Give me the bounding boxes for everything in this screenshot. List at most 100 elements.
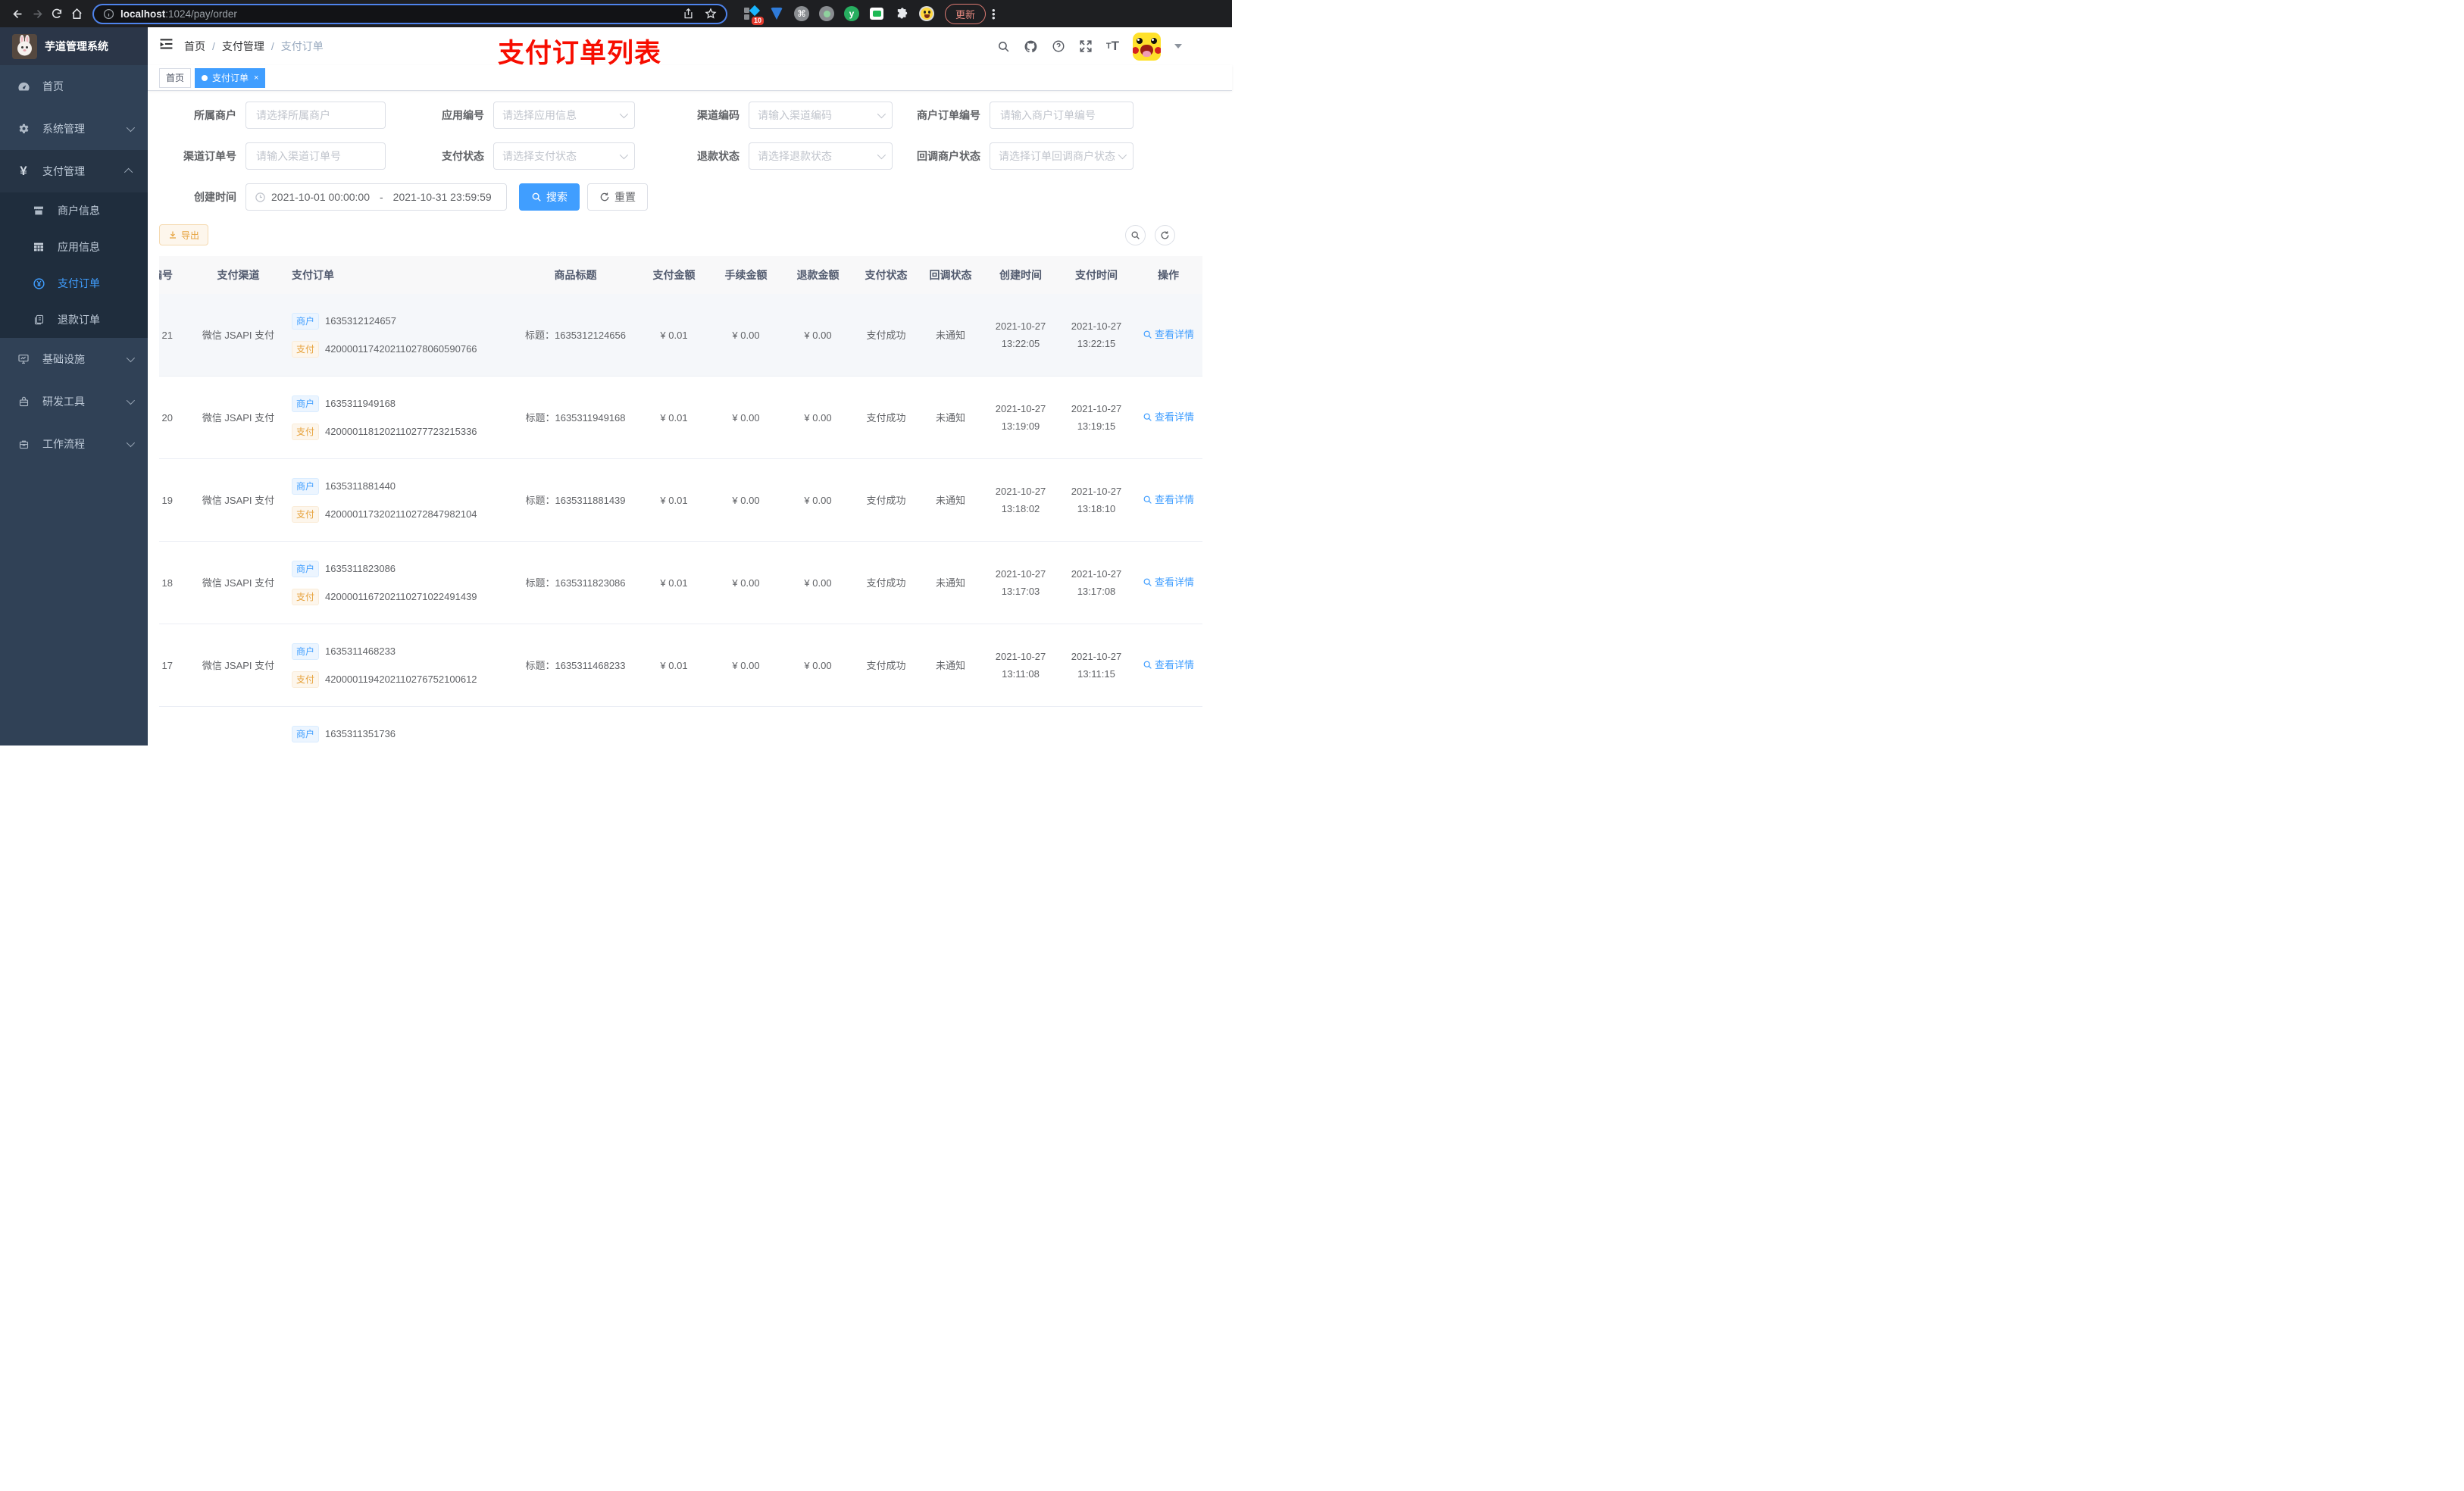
sidebar-item-merchant-info[interactable]: 商户信息 [0,192,148,229]
pay-order-cell: 商户 1635311351736 [286,706,513,746]
back-icon[interactable] [8,4,27,23]
toggle-search-button[interactable] [1125,224,1146,245]
avatar-caret-icon[interactable] [1174,44,1182,48]
reload-icon[interactable] [47,4,67,23]
breadcrumb-payment[interactable]: 支付管理 [222,39,264,54]
extension-record-icon[interactable] [819,6,834,21]
sidebar-item-label: 商户信息 [58,205,100,217]
export-button[interactable]: 导出 [159,224,209,245]
pay-order-cell: 商户 1635312124657 支付 42000011742021102780605… [286,294,513,377]
channel-order-no-input[interactable] [255,149,377,163]
browser-update-button[interactable]: 更新 [945,3,987,24]
sidebar-item-label: 首页 [42,80,64,92]
refund-status-select[interactable]: 请选择退款状态 [749,142,893,170]
dashboard-icon [15,80,32,93]
merchant-order-no-input[interactable] [999,108,1124,122]
sidebar-item-refund-order[interactable]: 退款订单 [0,302,148,338]
tags-view-bar: 首页 支付订单 × [148,65,1232,91]
browser-menu-icon[interactable]: • • • [992,5,996,23]
site-info-icon[interactable] [103,8,114,20]
extension-y-icon[interactable]: y [844,6,859,21]
goods-title: 标题：1635311468233 [525,659,626,671]
sidebar-item-infrastructure[interactable]: 基础设施 [0,338,148,380]
view-detail-link[interactable]: 查看详情 [1143,408,1194,426]
pay-tag: 支付 [292,588,320,605]
view-detail-link[interactable]: 查看详情 [1143,326,1194,343]
breadcrumb-current: 支付订单 [280,40,324,52]
infrastructure-icon [15,353,32,365]
sidebar-item-app-info[interactable]: 应用信息 [0,229,148,265]
sidebar-item-devtools[interactable]: 研发工具 [0,380,148,423]
merchant-order-no-field[interactable] [990,102,1134,129]
refresh-button[interactable] [1155,224,1175,245]
pay-status-cell: 支付成功 [854,458,918,542]
pay-status-select[interactable]: 请选择支付状态 [493,142,635,170]
extension-gem-icon[interactable] [769,6,784,21]
sidebar-fold-icon[interactable] [148,38,184,55]
github-icon[interactable] [1024,39,1038,54]
app-select[interactable]: 请选择应用信息 [493,102,635,129]
home-icon[interactable] [67,4,86,23]
table-row[interactable]: 21 微信 JSAPI 支付 商户 1635312124657 支付 4200001174… [159,294,1202,377]
order-id-cell: 18 [159,541,191,624]
tag-pay-order[interactable]: 支付订单 × [195,67,266,88]
address-bar[interactable]: localhost:1024/pay/order [92,3,727,24]
chevron-down-icon [126,395,136,405]
payment-submenu: 商户信息 应用信息 支付订单 退款订单 [0,192,148,338]
magnifier-icon [1143,495,1152,504]
share-icon[interactable] [683,8,694,20]
pay-order-no: 4200001174202110278060590766 [325,343,477,355]
search-icon[interactable] [997,40,1010,53]
pay-channel-cell: 微信 JSAPI 支付 [191,624,286,707]
goods-title-cell: 标题：1635312124656 [513,294,638,377]
view-detail-link[interactable]: 查看详情 [1143,574,1194,591]
table-row[interactable]: 19 微信 JSAPI 支付 商户 1635311881440 支付 4200001173… [159,458,1202,542]
view-detail-link[interactable]: 查看详情 [1143,656,1194,674]
extension-tabs-icon[interactable]: 10 [744,5,764,25]
extension-puzzle-icon[interactable] [894,6,909,21]
help-icon[interactable] [1052,39,1065,53]
action-cell: 查看详情 [1134,294,1202,377]
search-button[interactable]: 搜索 [519,183,580,211]
fullscreen-icon[interactable] [1079,39,1093,53]
channel-code-select[interactable]: 请输入渠道编码 [749,102,893,129]
extension-emoji-icon[interactable] [919,6,934,21]
extension-command-icon[interactable]: ⌘ [794,6,809,21]
sidebar-item-label: 工作流程 [42,438,85,450]
action-cell: 查看详情 [1134,458,1202,542]
breadcrumb-home[interactable]: 首页 [184,39,205,54]
table-row[interactable]: 20 微信 JSAPI 支付 商户 1635311949168 支付 4200001181… [159,376,1202,459]
extensions-row: 10 ⌘ y [744,5,934,25]
chevron-down-icon [1118,150,1127,160]
close-icon[interactable]: × [254,73,258,83]
date-range-picker[interactable]: 2021-10-01 00:00:00 - 2021-10-31 23:59:5… [245,183,507,211]
app-logo-image [12,33,37,59]
table-row[interactable]: 商户 1635311351736 [159,706,1202,746]
sidebar-item-pay-order[interactable]: 支付订单 [0,265,148,302]
view-detail-link[interactable]: 查看详情 [1143,491,1194,508]
pay-order-cell: 商户 1635311881440 支付 42000011732021102728479… [286,458,513,542]
merchant-input[interactable] [255,108,377,122]
reset-button[interactable]: 重置 [587,183,648,211]
sidebar-item-workflow[interactable]: 工作流程 [0,423,148,465]
sidebar-item-system[interactable]: 系统管理 [0,108,148,150]
search-button-label: 搜索 [546,191,568,203]
table-row[interactable]: 18 微信 JSAPI 支付 商户 1635311823086 支付 4200001167… [159,541,1202,624]
forward-icon[interactable] [27,4,47,23]
font-size-icon[interactable]: TT [1106,39,1119,54]
tag-home[interactable]: 首页 [159,67,192,88]
bookmark-star-icon[interactable] [705,8,717,20]
date-separator: - [380,191,383,203]
navbar: 首页 / 支付管理 / 支付订单 支付订单列表 T T [148,27,1232,68]
sidebar-item-payment[interactable]: ¥ 支付管理 [0,150,148,192]
channel-order-no-field[interactable] [245,142,386,170]
sidebar-logo[interactable]: 芋道管理系统 [0,27,148,65]
notify-status-select[interactable]: 请选择订单回调商户状态 [990,142,1134,170]
sidebar-item-label: 系统管理 [42,123,85,135]
merchant-select[interactable] [245,102,386,129]
table-row[interactable]: 17 微信 JSAPI 支付 商户 1635311468233 支付 4200001194… [159,624,1202,707]
sidebar-item-home[interactable]: 首页 [0,65,148,108]
filter-row-3: 创建时间 2021-10-01 00:00:00 - 2021-10-31 23… [159,183,1221,211]
extension-chat-icon[interactable] [869,6,884,21]
avatar[interactable] [1133,32,1161,61]
